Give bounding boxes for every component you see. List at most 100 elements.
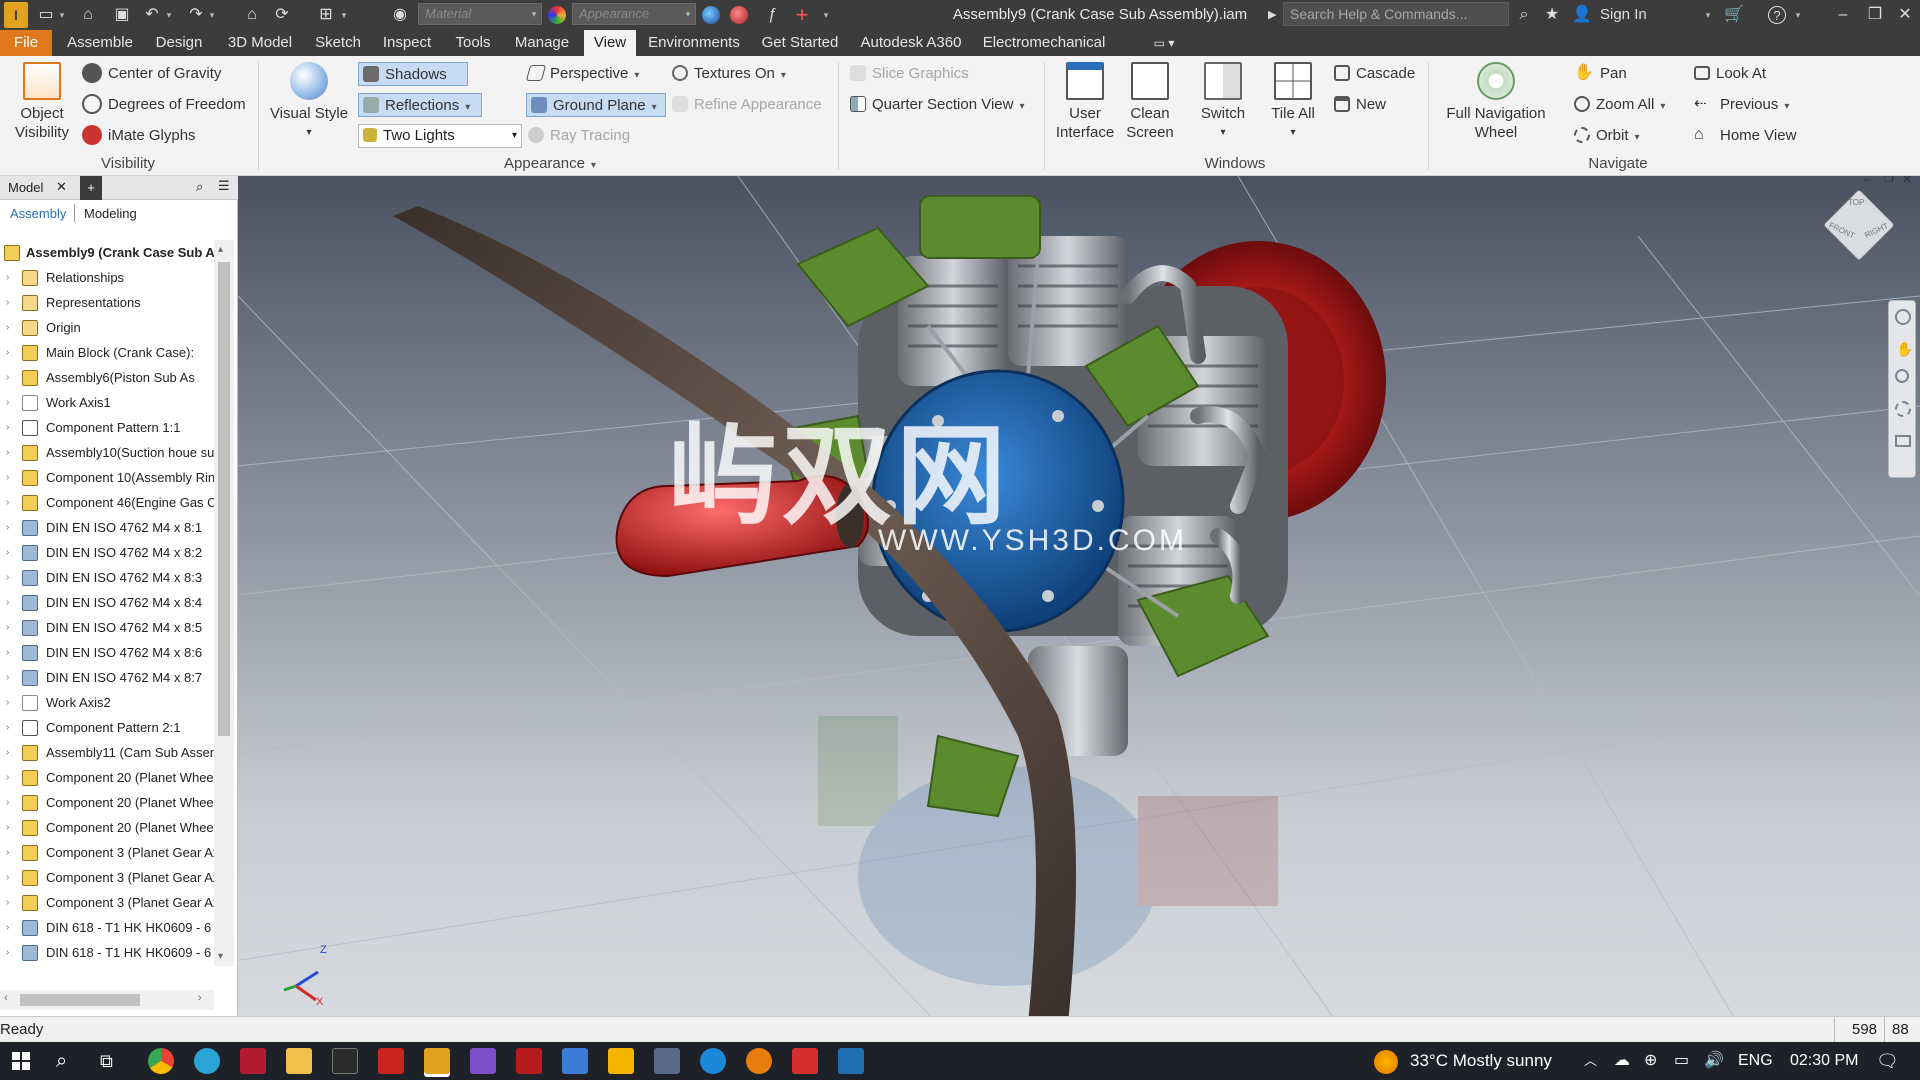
app-icon[interactable] xyxy=(838,1048,864,1074)
chevron-down-icon[interactable]: ▾ xyxy=(1704,5,1712,25)
expand-icon[interactable]: › xyxy=(6,365,16,390)
horizontal-scrollbar[interactable]: ‹ › xyxy=(0,990,214,1010)
expand-icon[interactable]: › xyxy=(6,915,16,940)
scroll-right-icon[interactable]: › xyxy=(198,992,202,1004)
tree-node[interactable]: › Assembly10(Suction houe sub xyxy=(0,440,214,465)
visual-style-button[interactable]: Visual Style ▾ xyxy=(264,62,354,142)
notifications-icon[interactable]: 🗨 xyxy=(1876,1042,1899,1080)
windows-start-icon[interactable] xyxy=(12,1052,30,1070)
chevron-down-icon[interactable]: ▾ xyxy=(208,5,216,25)
redo-icon[interactable]: ↷ xyxy=(186,5,206,25)
expand-icon[interactable]: › xyxy=(6,565,16,590)
home-view-button[interactable]: ⌂ Home View xyxy=(1694,124,1796,148)
cart-icon[interactable]: 🛒 xyxy=(1724,5,1744,25)
visual-studio-icon[interactable] xyxy=(470,1048,496,1074)
steering-wheel-icon[interactable] xyxy=(1895,309,1911,325)
graphics-viewport[interactable]: 屿双网 WWW.YSH3D.COM TOP FRONT RIGHT – ❐ ✕ … xyxy=(238,176,1920,1024)
expand-icon[interactable]: › xyxy=(6,640,16,665)
tree-node[interactable]: › Assembly6(Piston Sub As xyxy=(0,365,214,390)
tree-node[interactable]: › DIN EN ISO 4762 M4 x 8:7 xyxy=(0,665,214,690)
clock[interactable]: 02:30 PM xyxy=(1790,1042,1858,1080)
acrobat-icon[interactable] xyxy=(378,1048,404,1074)
close-button[interactable]: ✕ xyxy=(1890,0,1920,30)
add-browser-icon[interactable]: + xyxy=(80,176,102,200)
view-cube[interactable]: TOP FRONT RIGHT xyxy=(1823,189,1895,261)
tab-tools[interactable]: Tools xyxy=(446,30,500,56)
update-icon[interactable]: ⟳ xyxy=(272,5,292,25)
tree-node[interactable]: › DIN EN ISO 4762 M4 x 8:5 xyxy=(0,615,214,640)
cloud-icon[interactable]: ☁ xyxy=(1614,1042,1630,1080)
shadows-button[interactable]: Shadows xyxy=(358,62,468,86)
expand-icon[interactable]: › xyxy=(6,715,16,740)
minimize-button[interactable]: – xyxy=(1828,0,1858,30)
tab-sketch[interactable]: Sketch xyxy=(308,30,368,56)
degrees-of-freedom-button[interactable]: Degrees of Freedom xyxy=(82,93,246,117)
appearance-group-label[interactable]: Appearance ▾ xyxy=(262,154,838,174)
tab-assembly[interactable]: Assembly xyxy=(10,206,66,221)
tile-all-button[interactable]: Tile All ▾ xyxy=(1260,62,1326,142)
new-window-button[interactable]: New xyxy=(1334,93,1386,117)
full-navigation-wheel-button[interactable]: Full Navigation Wheel xyxy=(1436,62,1556,142)
perspective-button[interactable]: Perspective ▾ xyxy=(525,62,639,86)
imate-glyphs-button[interactable]: iMate Glyphs xyxy=(82,124,196,148)
tab-get-started[interactable]: Get Started xyxy=(752,30,848,56)
tab-assemble[interactable]: Assemble xyxy=(58,30,142,56)
menu-icon[interactable]: ☰ xyxy=(218,178,230,194)
scroll-left-icon[interactable]: ‹ xyxy=(4,992,8,1004)
pan-hand-icon[interactable]: ✋ xyxy=(1896,341,1913,358)
refine-appearance-button[interactable]: Refine Appearance xyxy=(672,93,822,117)
reflections-button[interactable]: Reflections ▾ xyxy=(358,93,482,117)
expand-icon[interactable]: › xyxy=(6,665,16,690)
expand-icon[interactable]: › xyxy=(6,965,16,966)
tab-modeling[interactable]: Modeling xyxy=(84,206,137,221)
object-visibility-button[interactable]: Object Visibility xyxy=(8,62,76,142)
app-icon[interactable] xyxy=(240,1048,266,1074)
binoculars-icon[interactable]: ⌕ xyxy=(1514,5,1534,25)
tab-inspect[interactable]: Inspect xyxy=(374,30,440,56)
tree-node[interactable]: › Work Axis2 xyxy=(0,690,214,715)
expand-icon[interactable]: › xyxy=(6,490,16,515)
language-indicator[interactable]: ENG xyxy=(1738,1042,1773,1080)
tree-node[interactable]: › Component 3 (Planet Gear Ax xyxy=(0,865,214,890)
tree-node[interactable]: › Component 3 (Planet Gear Ax xyxy=(0,890,214,915)
close-icon[interactable]: ✕ xyxy=(56,179,67,195)
tree-node[interactable]: › Component 3 (Planet Gear Ax xyxy=(0,840,214,865)
tree-node[interactable]: › DIN EN ISO 4762 M4 x 8:6 xyxy=(0,640,214,665)
task-view-icon[interactable]: ⧉ xyxy=(100,1042,113,1080)
network-icon[interactable]: ⊕ xyxy=(1644,1042,1657,1080)
tree-node[interactable]: › DIN EN ISO 4762 M4 x 8:1 xyxy=(0,515,214,540)
lighting-style-select[interactable]: Two Lights ▾ xyxy=(358,124,522,148)
viewport-minimize-icon[interactable]: – xyxy=(1864,176,1871,186)
clear-override-icon[interactable] xyxy=(730,6,748,24)
expand-icon[interactable]: › xyxy=(6,290,16,315)
tree-node[interactable]: › Relationships xyxy=(0,265,214,290)
ray-tracing-button[interactable]: Ray Tracing xyxy=(528,124,630,148)
fx-icon[interactable]: ƒ xyxy=(762,5,782,25)
zoom-icon[interactable] xyxy=(1895,369,1909,383)
globe-icon[interactable]: ◉ xyxy=(390,5,410,25)
pan-button[interactable]: ✋ Pan xyxy=(1574,62,1627,86)
orbit-icon[interactable] xyxy=(1895,401,1911,417)
home-icon[interactable]: ⌂ xyxy=(242,5,262,25)
center-of-gravity-button[interactable]: Center of Gravity xyxy=(82,62,221,86)
star-icon[interactable]: ★ xyxy=(1542,5,1562,25)
expand-icon[interactable]: › xyxy=(6,340,16,365)
tab-design[interactable]: Design xyxy=(146,30,212,56)
tab-environments[interactable]: Environments xyxy=(644,30,744,56)
tree-node[interactable]: › Component 10(Assembly Ring xyxy=(0,465,214,490)
cascade-button[interactable]: Cascade xyxy=(1334,62,1415,86)
tree-node[interactable]: › Work Axis1 xyxy=(0,390,214,415)
chevron-down-icon[interactable]: ▾ xyxy=(165,5,173,25)
chevron-down-icon[interactable]: ▾ xyxy=(1794,5,1802,25)
appearance-combo[interactable]: Appearance ▾ xyxy=(572,3,696,25)
expand-icon[interactable]: › xyxy=(6,590,16,615)
solidworks-icon[interactable] xyxy=(516,1048,542,1074)
appearance-icon[interactable] xyxy=(548,6,566,24)
measure-icon[interactable]: ⊞ xyxy=(316,5,336,25)
inventor-icon[interactable] xyxy=(424,1048,450,1074)
expand-icon[interactable]: › xyxy=(6,815,16,840)
zoom-all-button[interactable]: Zoom All ▾ xyxy=(1574,93,1665,117)
user-icon[interactable]: 👤 xyxy=(1572,5,1592,25)
tree-node[interactable]: › Component 20 (Planet Wheel xyxy=(0,790,214,815)
inventor-logo-icon[interactable]: I xyxy=(4,2,28,28)
